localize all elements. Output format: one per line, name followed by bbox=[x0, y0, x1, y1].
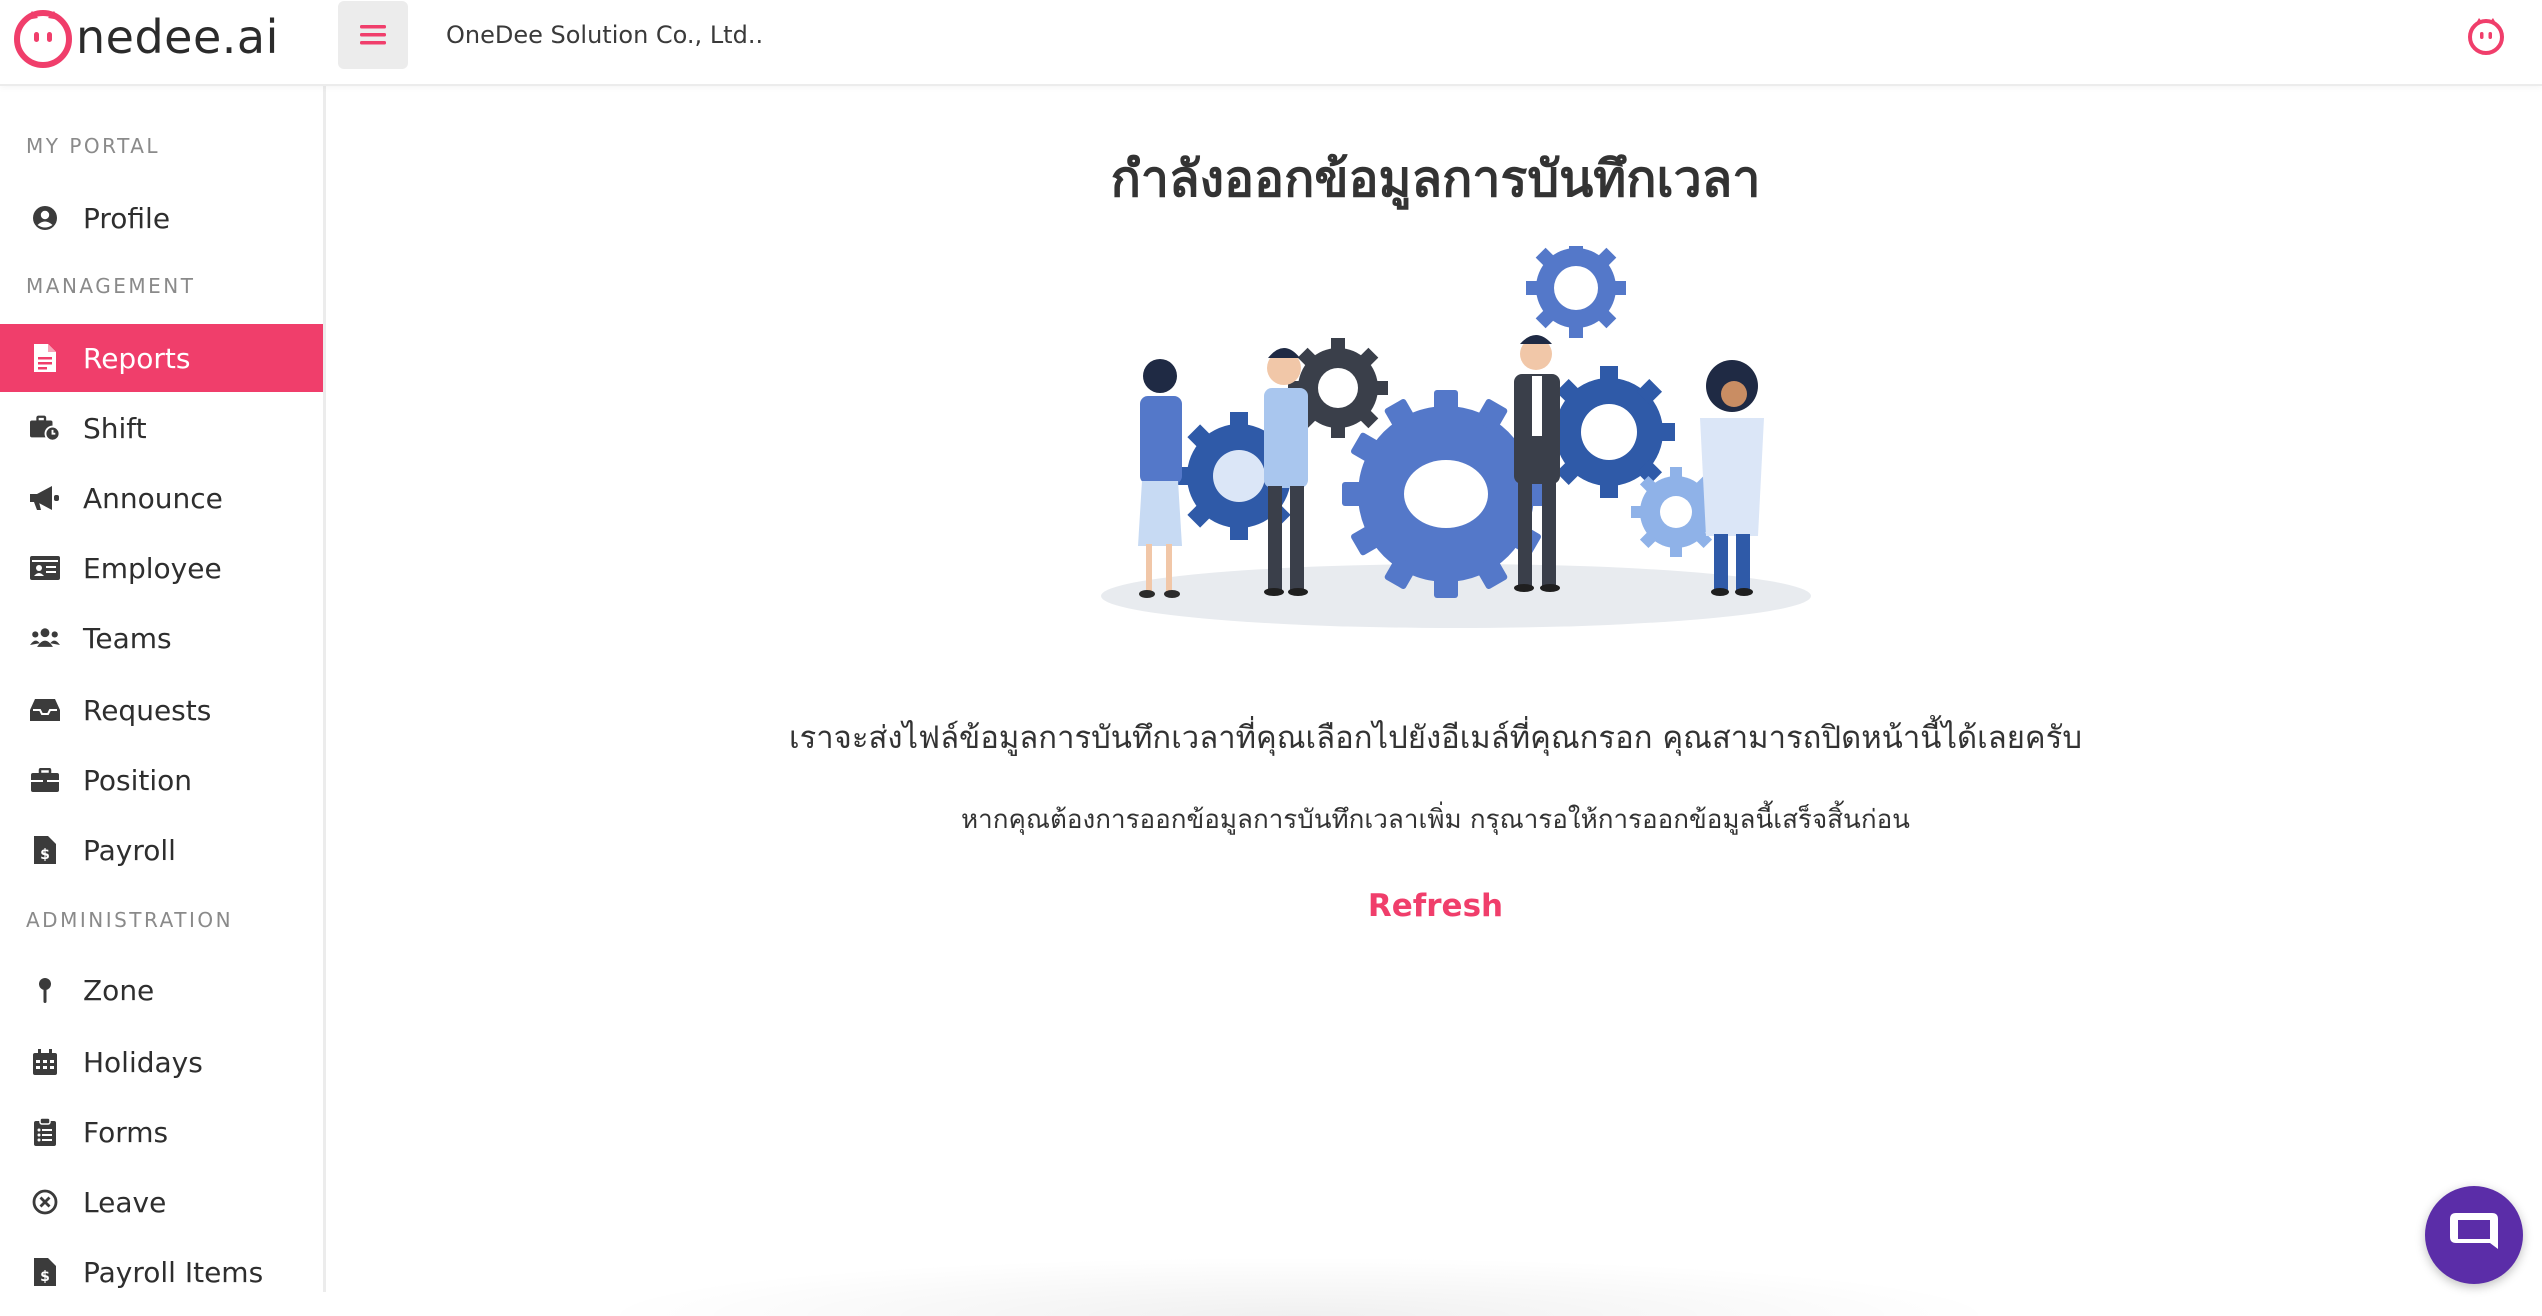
file-report-icon bbox=[30, 343, 60, 373]
sidebar-item-forms[interactable]: Forms bbox=[0, 1098, 323, 1166]
sidebar-item-shift[interactable]: Shift bbox=[0, 394, 323, 462]
circle-x-icon bbox=[30, 1187, 60, 1217]
user-avatar[interactable] bbox=[2466, 15, 2506, 59]
section-label-management: MANAGEMENT bbox=[26, 274, 196, 298]
sidebar-item-leave[interactable]: Leave bbox=[0, 1168, 323, 1236]
sidebar-item-profile[interactable]: Profile bbox=[0, 184, 323, 252]
sidebar-item-holidays[interactable]: Holidays bbox=[0, 1028, 323, 1096]
onedee-face-icon bbox=[2468, 18, 2504, 55]
sidebar-item-employee[interactable]: Employee bbox=[0, 534, 323, 602]
file-invoice-dollar-icon: $ bbox=[30, 1257, 60, 1287]
users-icon bbox=[30, 623, 60, 653]
inbox-icon bbox=[30, 695, 60, 725]
sidebar-item-label: Shift bbox=[83, 411, 147, 445]
map-pin-icon bbox=[30, 975, 60, 1005]
team-gears-illustration bbox=[1101, 246, 1811, 628]
sidebar-item-label: Reports bbox=[83, 341, 191, 375]
sidebar-item-label: Payroll Items bbox=[83, 1255, 264, 1289]
sidebar-item-announce[interactable]: Announce bbox=[0, 464, 323, 532]
briefcase-icon bbox=[30, 765, 60, 795]
sidebar: MY PORTAL Profile MANAGEMENT Reports Shi… bbox=[0, 86, 326, 1292]
sidebar-item-payroll[interactable]: $ Payroll bbox=[0, 816, 323, 884]
hamburger-icon bbox=[360, 25, 386, 45]
refresh-link[interactable]: Refresh bbox=[329, 888, 2542, 924]
sidebar-item-zone[interactable]: Zone bbox=[0, 956, 323, 1024]
chat-bubble-icon bbox=[2450, 1213, 2498, 1249]
svg-text:$: $ bbox=[40, 847, 50, 863]
logo[interactable]: nedee.ai bbox=[12, 6, 279, 68]
user-circle-icon bbox=[30, 203, 60, 233]
main-content: กำลังออกข้อมูลการบันทึกเวลา เราจะส่งไฟล์… bbox=[329, 86, 2542, 1316]
megaphone-icon bbox=[30, 483, 60, 513]
chat-widget-button[interactable] bbox=[2425, 1186, 2523, 1284]
svg-text:$: $ bbox=[40, 1269, 50, 1285]
sidebar-item-label: Profile bbox=[83, 201, 171, 235]
sidebar-item-label: Teams bbox=[83, 621, 172, 655]
sidebar-item-teams[interactable]: Teams bbox=[0, 604, 323, 672]
menu-toggle-button[interactable] bbox=[338, 1, 408, 69]
briefcase-clock-icon bbox=[30, 413, 60, 443]
file-invoice-dollar-icon: $ bbox=[30, 835, 60, 865]
sidebar-item-reports[interactable]: Reports bbox=[0, 324, 323, 392]
company-name: OneDee Solution Co., Ltd.. bbox=[446, 21, 764, 49]
section-label-my-portal: MY PORTAL bbox=[26, 134, 161, 158]
export-submessage: หากคุณต้องการออกข้อมูลการบันทึกเวลาเพิ่ม… bbox=[961, 805, 1910, 835]
sidebar-item-requests[interactable]: Requests bbox=[0, 676, 323, 744]
sidebar-item-label: Holidays bbox=[83, 1045, 203, 1079]
sidebar-item-label: Employee bbox=[83, 551, 222, 585]
clipboard-list-icon bbox=[30, 1117, 60, 1147]
sidebar-item-label: Announce bbox=[83, 481, 223, 515]
sidebar-item-label: Position bbox=[83, 763, 193, 797]
sidebar-item-label: Leave bbox=[83, 1185, 167, 1219]
id-card-icon bbox=[30, 553, 60, 583]
sidebar-item-label: Requests bbox=[83, 693, 212, 727]
section-label-administration: ADMINISTRATION bbox=[26, 908, 234, 932]
calendar-icon bbox=[30, 1047, 60, 1077]
sidebar-item-position[interactable]: Position bbox=[0, 746, 323, 814]
top-bar: nedee.ai OneDee Solution Co., Ltd.. bbox=[0, 0, 2542, 86]
logo-text: nedee.ai bbox=[76, 10, 279, 64]
export-message: เราจะส่งไฟล์ข้อมูลการบันทึกเวลาที่คุณเลื… bbox=[789, 720, 2082, 756]
page-title: กำลังออกข้อมูลการบันทึกเวลา bbox=[1110, 150, 1761, 208]
footer-shadow bbox=[589, 1256, 2009, 1316]
sidebar-item-label: Zone bbox=[83, 973, 155, 1007]
sidebar-item-label: Forms bbox=[83, 1115, 169, 1149]
sidebar-item-label: Payroll bbox=[83, 833, 176, 867]
sidebar-item-payroll-items[interactable]: $ Payroll Items bbox=[0, 1238, 323, 1306]
onedee-logo-icon bbox=[14, 10, 72, 68]
